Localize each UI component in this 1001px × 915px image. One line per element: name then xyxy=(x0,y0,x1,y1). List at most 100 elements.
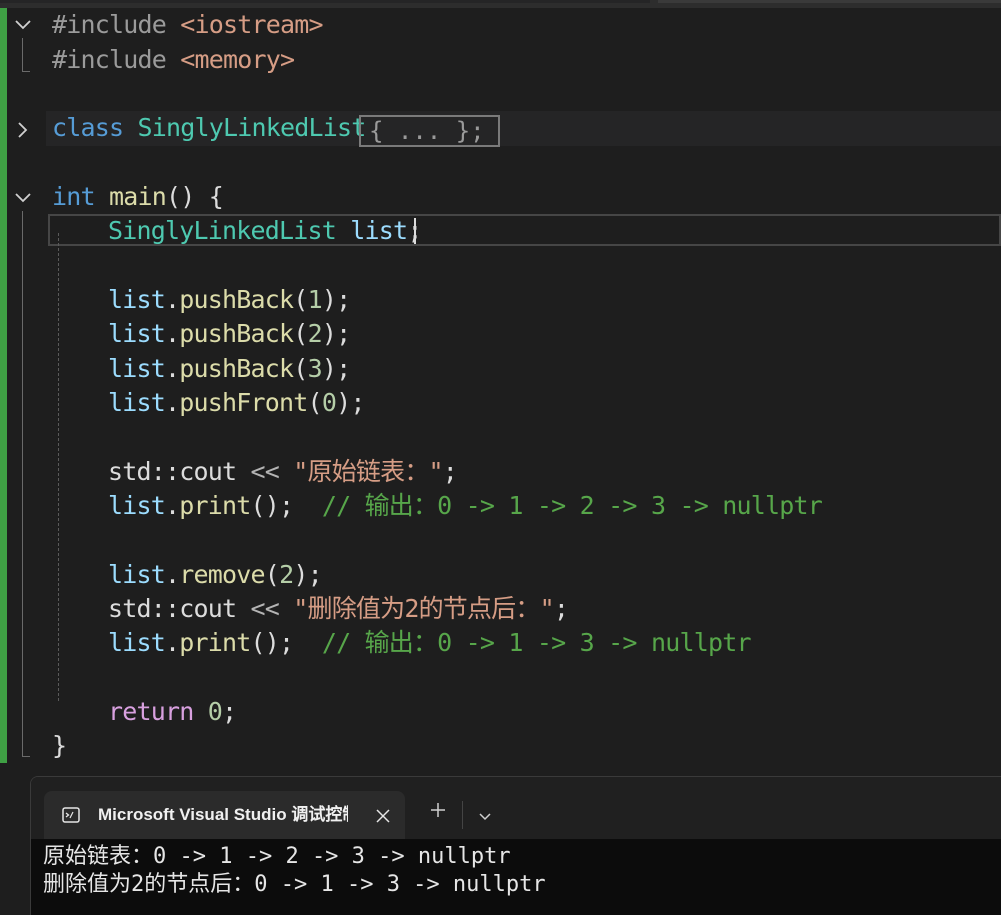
code-line-1[interactable]: #include <iostream> xyxy=(52,8,324,42)
fold-expanded-icon[interactable] xyxy=(14,16,32,34)
new-tab-plus-icon[interactable] xyxy=(429,801,447,819)
punctuation: ); xyxy=(321,285,351,314)
punctuation: . xyxy=(165,491,180,520)
punctuation: ); xyxy=(321,319,351,348)
variable: list xyxy=(108,628,166,657)
code-line-main[interactable]: int main() { xyxy=(52,180,224,214)
variable: list xyxy=(108,560,166,589)
code-line-pushfront[interactable]: list.pushFront(0); xyxy=(108,386,365,420)
code-line-pushback-2[interactable]: list.pushBack(2); xyxy=(108,317,351,351)
punctuation: ( xyxy=(307,388,323,417)
punctuation: ; xyxy=(553,594,569,623)
console-icon xyxy=(62,806,80,824)
punctuation: ); xyxy=(293,560,322,589)
operator: << xyxy=(236,594,294,623)
method-name: pushFront xyxy=(179,388,308,417)
variable: list xyxy=(108,285,166,314)
method-name: pushBack xyxy=(179,354,294,383)
variable: list xyxy=(108,354,166,383)
punctuation: ; xyxy=(442,457,458,486)
code-line-2[interactable]: #include <memory> xyxy=(52,43,295,77)
method-name: print xyxy=(179,628,251,657)
number-literal: 0 xyxy=(207,697,223,726)
code-line-cout-1[interactable]: std::cout << "原始链表："; xyxy=(108,455,458,489)
fold-guide-end xyxy=(22,71,30,72)
preprocessor-directive: #include xyxy=(52,45,167,74)
code-line-close-brace[interactable]: } xyxy=(52,729,67,763)
code-line-print-2[interactable]: list.print(); // 输出：0 -> 1 -> 3 -> nullp… xyxy=(108,626,752,660)
punctuation: (); xyxy=(250,491,295,520)
closing-brace: } xyxy=(52,731,67,760)
method-name: print xyxy=(179,491,251,520)
variable: list xyxy=(350,216,408,245)
type-name: SinglyLinkedList xyxy=(108,216,337,245)
code-comment: // 输出：0 -> 1 -> 3 -> nullptr xyxy=(293,628,752,657)
code-line-return[interactable]: return 0; xyxy=(108,695,237,729)
string-literal: "删除值为2的节点后：" xyxy=(293,594,554,623)
stream-identifier: std::cout xyxy=(108,457,237,486)
fold-guide xyxy=(22,211,23,757)
punctuation: ; xyxy=(222,697,237,726)
code-line-pushback-3[interactable]: list.pushBack(3); xyxy=(108,352,351,386)
code-line-print-1[interactable]: list.print(); // 输出：0 -> 1 -> 2 -> 3 -> … xyxy=(108,489,823,523)
number-literal: 3 xyxy=(307,354,323,383)
punctuation: . xyxy=(165,628,180,657)
keyword: int xyxy=(52,182,96,211)
variable: list xyxy=(108,491,166,520)
code-line-class[interactable]: class SinglyLinkedList xyxy=(52,111,366,145)
console-output-line: 原始链表：0 -> 1 -> 2 -> 3 -> nullptr xyxy=(43,844,511,869)
close-icon[interactable] xyxy=(376,808,390,823)
editor-top-strip xyxy=(0,0,1001,8)
change-indicator-bar xyxy=(0,8,7,763)
operator: << xyxy=(236,457,294,486)
console-tab[interactable]: Microsoft Visual Studio 调试控制台 xyxy=(44,791,405,839)
method-name: pushBack xyxy=(179,285,294,314)
include-header: <iostream> xyxy=(180,10,323,39)
method-name: remove xyxy=(179,560,265,589)
console-tab-title: Microsoft Visual Studio 调试控制台 xyxy=(98,805,348,824)
code-comment: // 输出：0 -> 1 -> 2 -> 3 -> nullptr xyxy=(293,491,823,520)
function-name: main xyxy=(109,182,167,211)
method-name: pushBack xyxy=(179,319,294,348)
punctuation: ( xyxy=(293,285,308,314)
code-line-pushback-1[interactable]: list.pushBack(1); xyxy=(108,283,351,317)
punctuation: ( xyxy=(293,319,308,348)
punctuation: . xyxy=(165,388,180,417)
code-line-cout-2[interactable]: std::cout << "删除值为2的节点后："; xyxy=(108,592,569,626)
chevron-down-icon[interactable] xyxy=(478,809,492,823)
punctuation: ( xyxy=(264,560,280,589)
punctuation: () { xyxy=(166,182,224,211)
class-name: SinglyLinkedList xyxy=(137,113,367,142)
variable: list xyxy=(108,319,166,348)
punctuation: . xyxy=(165,319,180,348)
number-literal: 2 xyxy=(307,319,323,348)
punctuation: ); xyxy=(321,354,351,383)
preprocessor-directive: #include xyxy=(52,10,167,39)
punctuation: . xyxy=(165,354,180,383)
number-literal: 0 xyxy=(321,388,337,417)
collapsed-region-button[interactable]: { ... }; xyxy=(359,115,500,147)
fold-expanded-icon[interactable] xyxy=(14,189,32,207)
control-keyword: return xyxy=(108,697,194,726)
number-literal: 2 xyxy=(279,560,294,589)
tab-bar-divider xyxy=(462,801,463,829)
include-header: <memory> xyxy=(180,45,295,74)
string-literal: "原始链表：" xyxy=(293,457,443,486)
punctuation: (); xyxy=(250,628,295,657)
variable: list xyxy=(108,388,166,417)
debug-console-window[interactable]: Microsoft Visual Studio 调试控制台 原始链表：0 -> … xyxy=(30,776,1001,915)
keyword: class xyxy=(52,113,124,142)
punctuation: . xyxy=(165,560,180,589)
text-cursor xyxy=(414,218,416,244)
stream-identifier: std::cout xyxy=(108,594,237,623)
code-line-decl[interactable]: SinglyLinkedList list; xyxy=(108,214,422,248)
console-output[interactable]: 原始链表：0 -> 1 -> 2 -> 3 -> nullptr 删除值为2的节… xyxy=(31,839,1001,915)
fold-collapsed-icon[interactable] xyxy=(14,121,32,139)
number-literal: 1 xyxy=(307,285,323,314)
punctuation: ); xyxy=(336,388,365,417)
punctuation: ( xyxy=(293,354,308,383)
code-line-remove[interactable]: list.remove(2); xyxy=(108,558,323,592)
code-editor[interactable]: #include <iostream> #include <memory> cl… xyxy=(0,0,1001,765)
console-tab-bar: Microsoft Visual Studio 调试控制台 xyxy=(31,777,1001,839)
punctuation: . xyxy=(165,285,180,314)
